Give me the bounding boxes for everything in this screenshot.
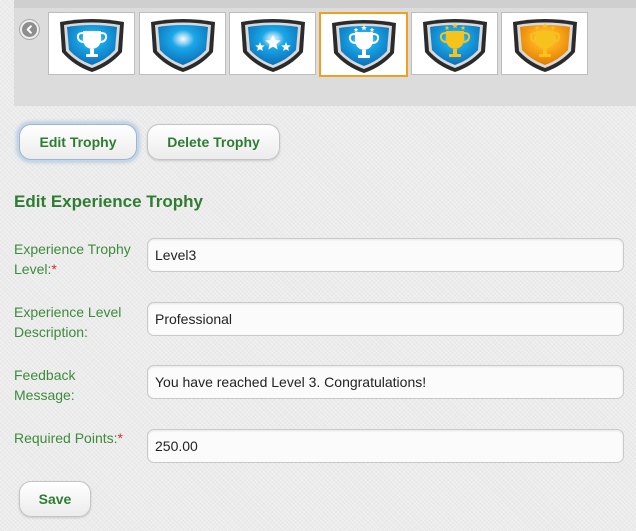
delete-trophy-button[interactable]: Delete Trophy [147, 124, 280, 160]
required-marker: * [51, 261, 57, 277]
trophy-option-1[interactable] [48, 12, 135, 75]
trophy-level-input[interactable] [147, 238, 624, 272]
trophy-cup-stars-blue-icon [331, 19, 396, 73]
trophy-level-label-text: Experience Trophy Level: [14, 241, 131, 277]
trophy-option-5[interactable] [411, 12, 498, 75]
chevron-left-icon [26, 25, 32, 34]
edit-trophy-button[interactable]: Edit Trophy [19, 124, 137, 160]
trophy-gold-cup-orange-icon [512, 18, 577, 72]
trophy-plain-blue-icon [150, 18, 215, 72]
trophy-gold-cup-blue-icon [422, 18, 487, 72]
carousel-prev-button[interactable] [20, 20, 39, 39]
required-points-label-text: Required Points: [14, 430, 118, 446]
feedback-message-input[interactable] [147, 365, 624, 399]
trophy-option-2[interactable] [139, 12, 226, 75]
feedback-message-label: Feedback Message: [14, 367, 76, 403]
trophy-level-label: Experience Trophy Level:* [14, 239, 140, 279]
level-description-label: Experience Level Description: [14, 304, 122, 340]
trophy-editor: Edit Trophy Delete Trophy Edit Experienc… [0, 0, 636, 531]
level-description-input[interactable] [147, 302, 624, 336]
form-title: Edit Experience Trophy [14, 192, 203, 211]
trophy-cup-blue-icon [59, 18, 124, 72]
save-button[interactable]: Save [19, 481, 91, 517]
required-points-label: Required Points:* [14, 428, 140, 448]
trophy-option-4[interactable] [319, 12, 408, 77]
trophy-option-6[interactable] [501, 12, 588, 75]
trophy-stars-blue-icon [240, 18, 305, 72]
required-points-input[interactable] [147, 429, 624, 463]
trophy-option-3[interactable] [229, 12, 316, 75]
required-marker: * [117, 430, 123, 446]
